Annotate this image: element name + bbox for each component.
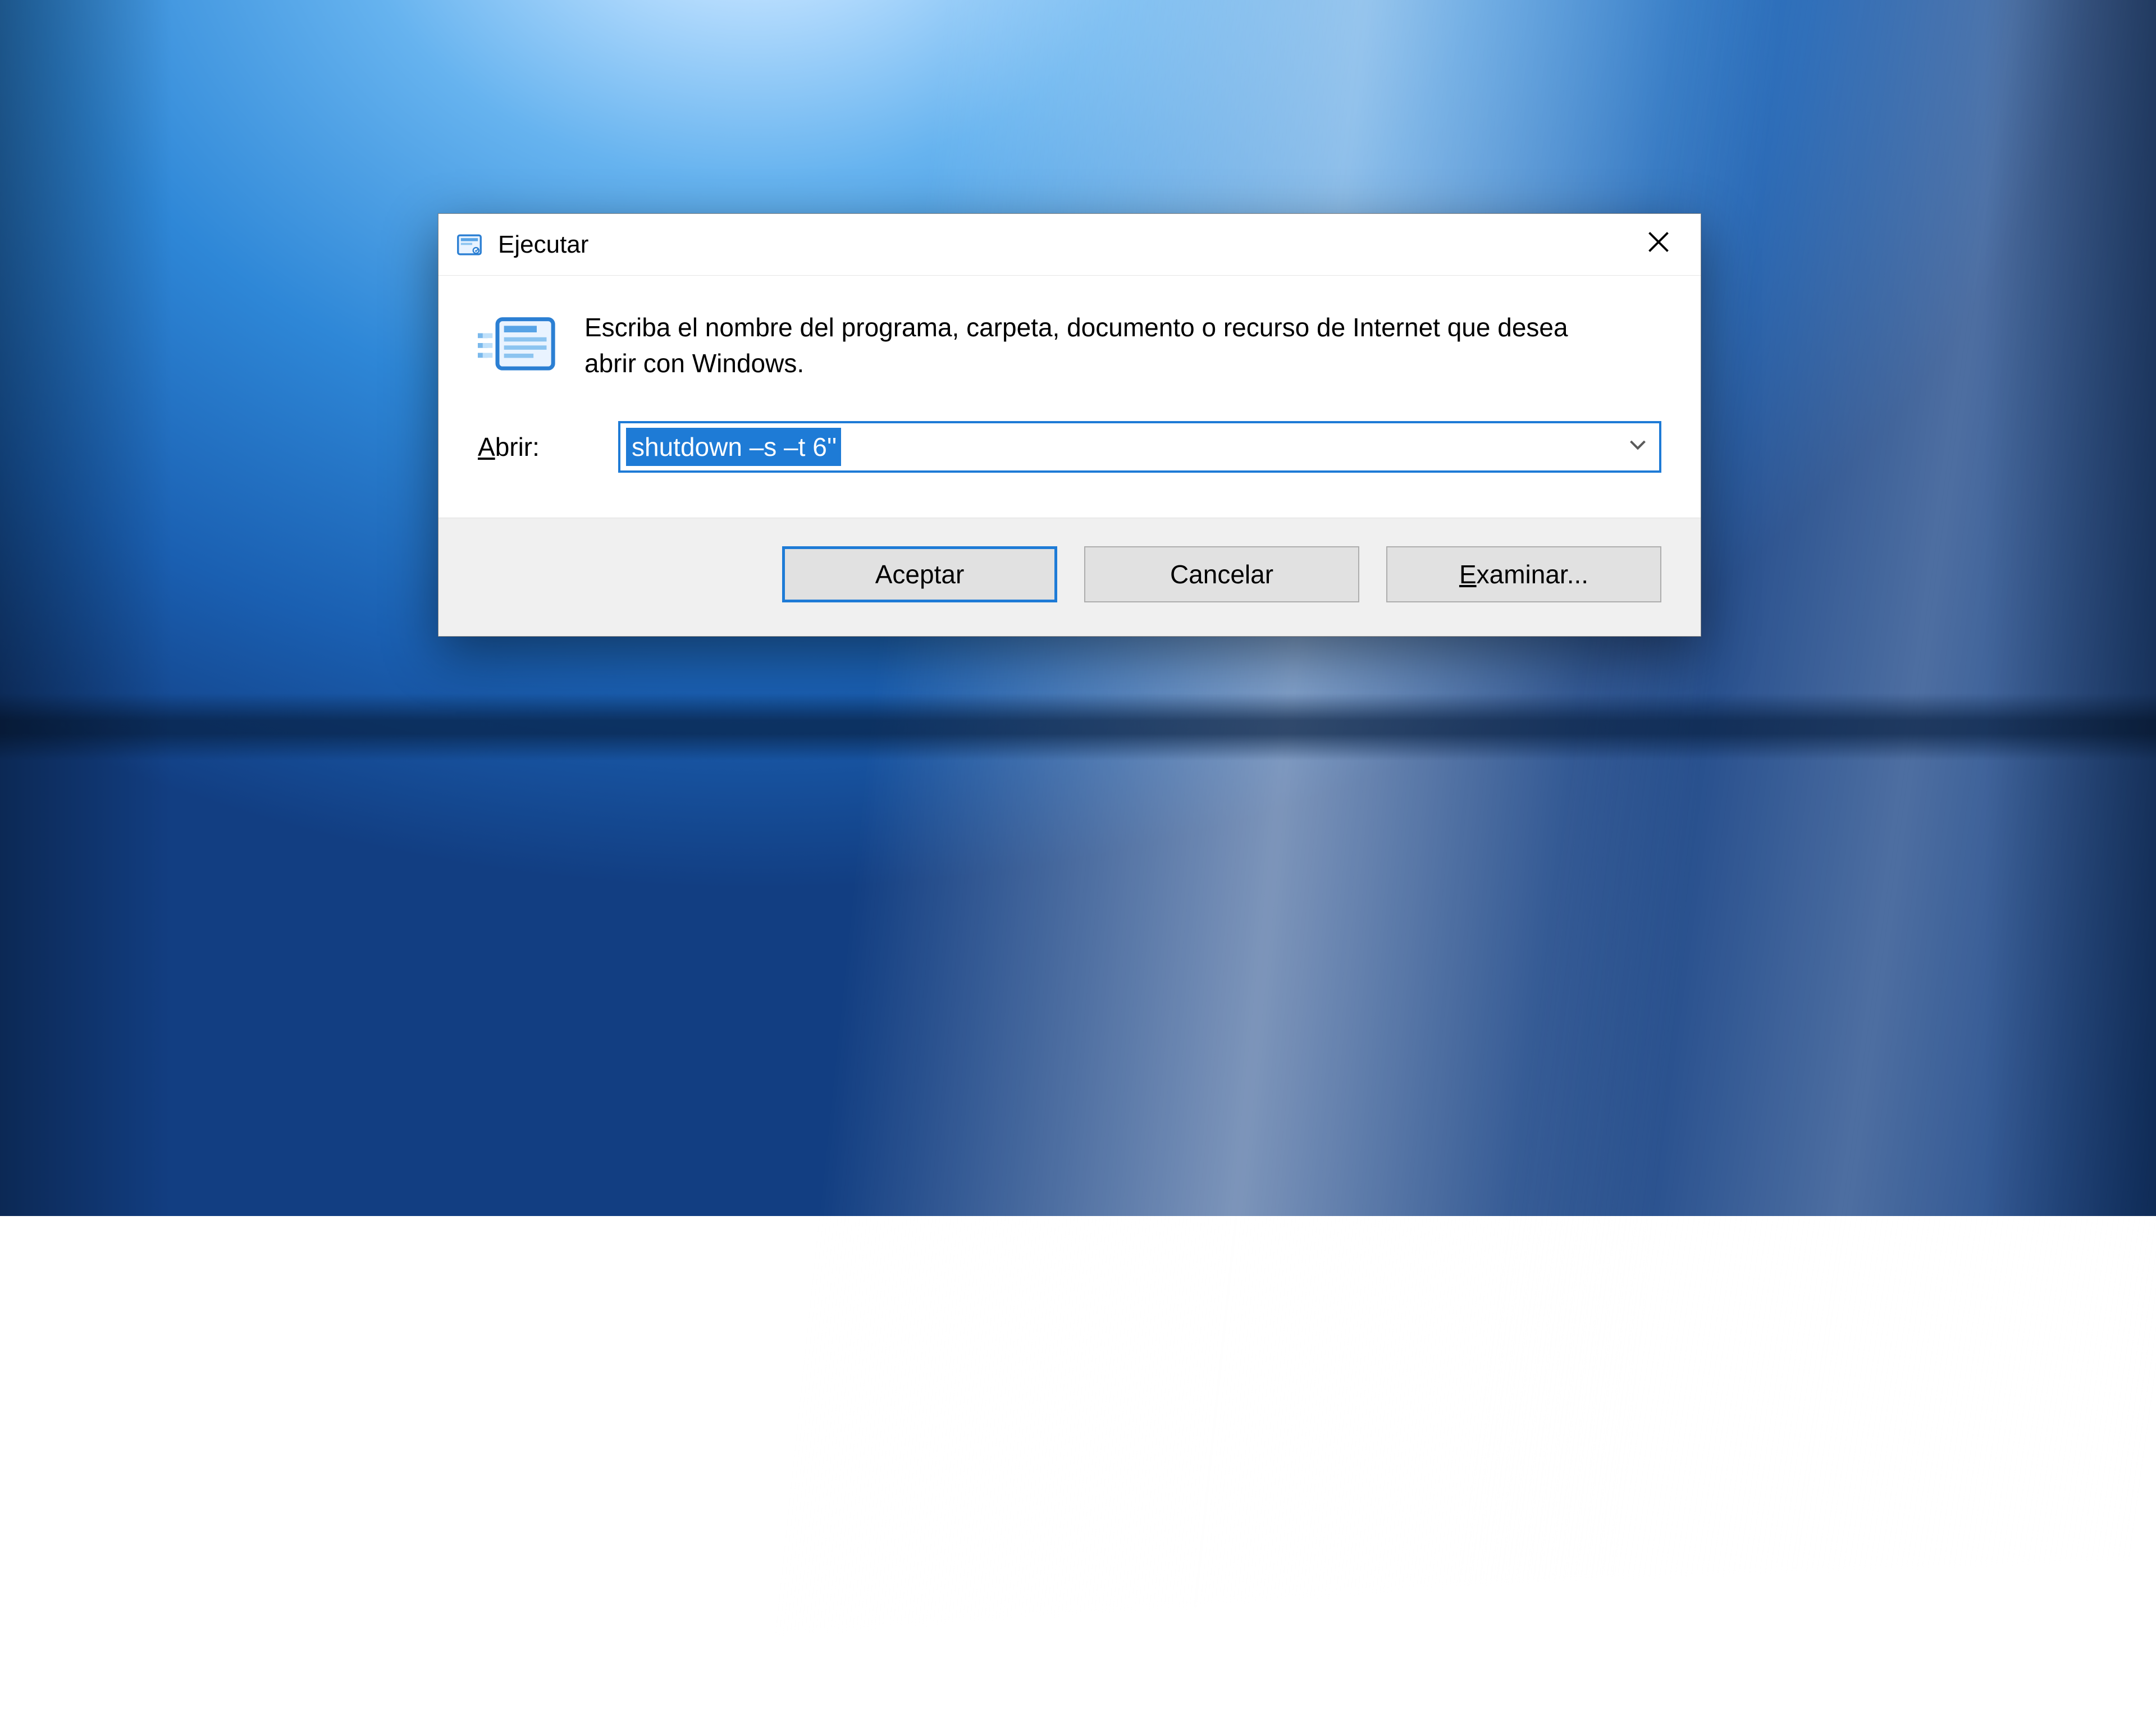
cancel-button-label: Cancelar <box>1170 559 1273 589</box>
dialog-body: Escriba el nombre del programa, carpeta,… <box>438 276 1701 518</box>
browse-rest: xaminar... <box>1477 560 1588 589</box>
ok-button-label: Aceptar <box>875 559 965 589</box>
chevron-down-icon[interactable] <box>1627 433 1649 461</box>
close-button[interactable] <box>1616 214 1701 275</box>
browse-accel: E <box>1459 560 1477 589</box>
run-icon <box>454 230 485 260</box>
open-label-accel: A <box>478 432 495 461</box>
browse-button[interactable]: Examinar... <box>1386 546 1661 602</box>
browse-button-label: Examinar... <box>1459 559 1588 589</box>
window-title: Ejecutar <box>498 231 1616 259</box>
ok-button[interactable]: Aceptar <box>782 546 1057 602</box>
open-label-rest: brir: <box>495 432 540 461</box>
intro-row: Escriba el nombre del programa, carpeta,… <box>478 309 1661 382</box>
titlebar[interactable]: Ejecutar <box>438 214 1701 276</box>
cancel-button[interactable]: Cancelar <box>1084 546 1359 602</box>
open-combobox[interactable]: shutdown –s –t 6'' <box>618 421 1661 473</box>
dialog-footer: Aceptar Cancelar Examinar... <box>438 518 1701 636</box>
run-dialog: Ejecutar <box>438 213 1701 637</box>
open-row: Abrir: shutdown –s –t 6'' <box>478 421 1661 473</box>
open-input-selected-text: shutdown –s –t 6'' <box>626 428 841 466</box>
description-text: Escriba el nombre del programa, carpeta,… <box>584 309 1623 382</box>
open-label: Abrir: <box>478 432 596 462</box>
close-icon <box>1646 230 1671 260</box>
run-large-icon <box>478 313 556 380</box>
desktop-dark-band <box>0 693 2156 761</box>
